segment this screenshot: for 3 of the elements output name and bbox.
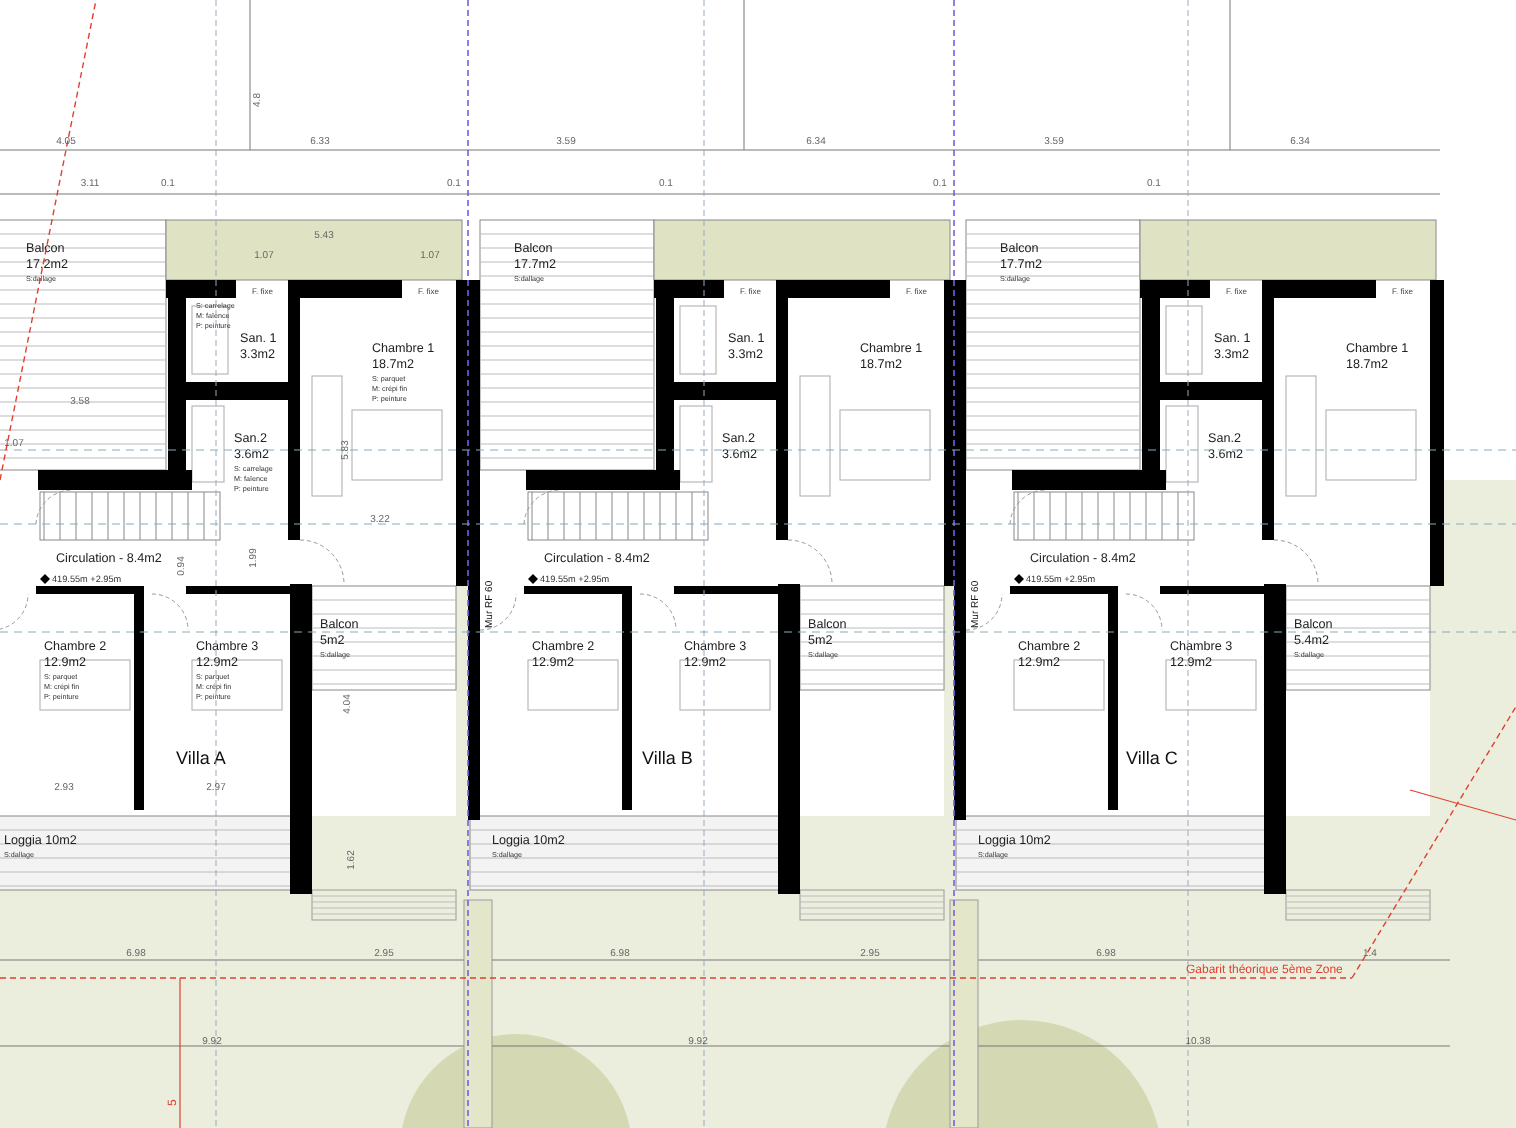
- villa-label: Villa B: [642, 748, 693, 768]
- villa-label: Villa A: [176, 748, 226, 768]
- villa-label: Villa C: [1126, 748, 1178, 768]
